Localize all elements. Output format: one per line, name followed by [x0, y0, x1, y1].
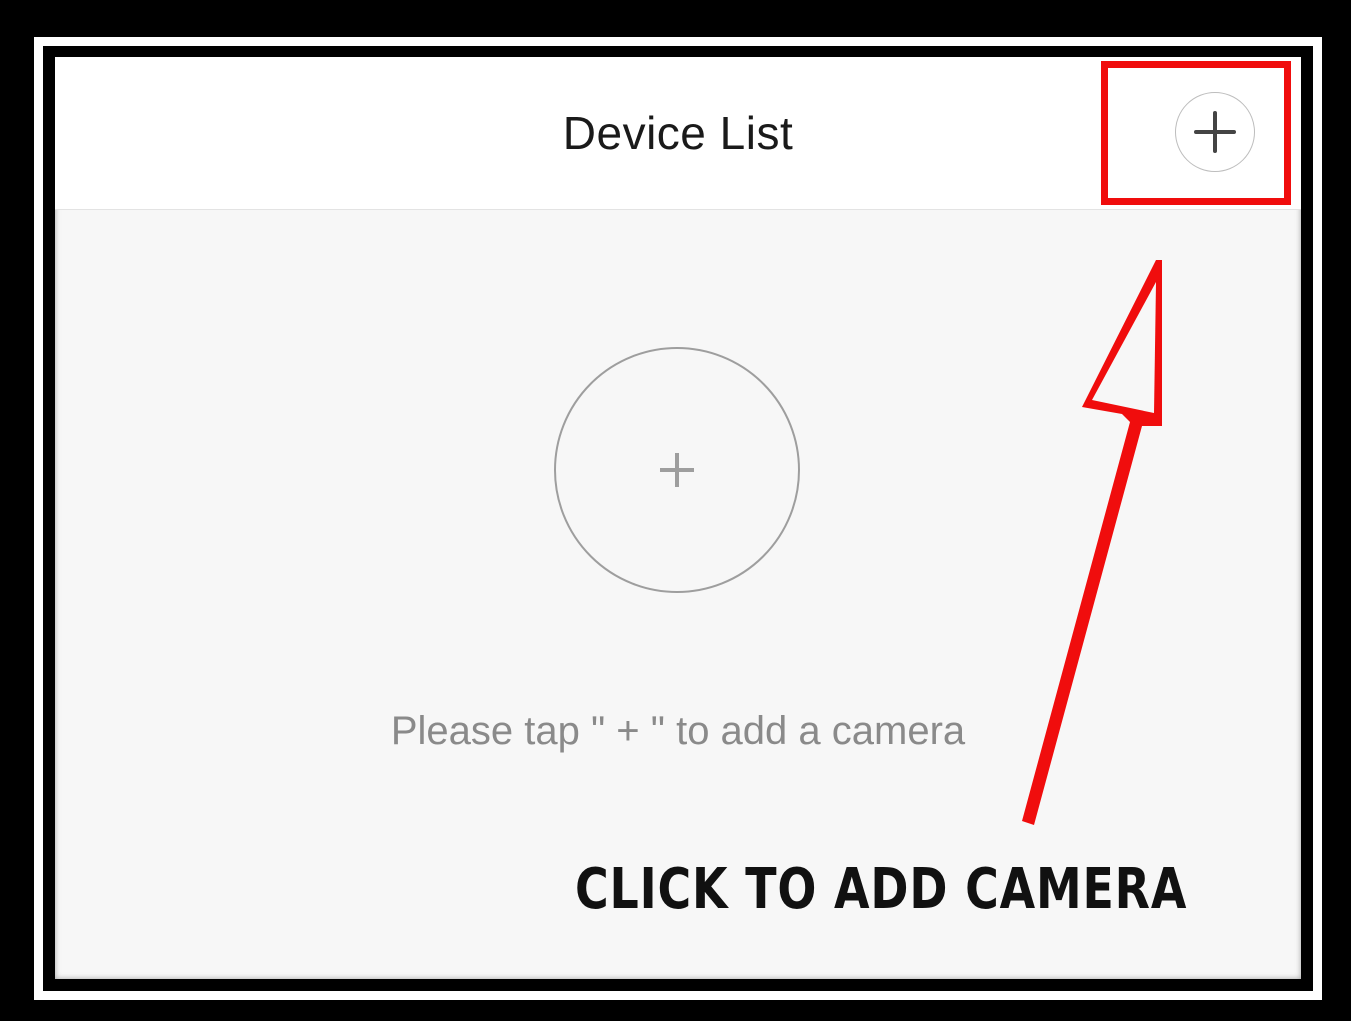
- app-screen: Device List Please tap " + " to add a ca…: [55, 57, 1301, 979]
- add-device-button[interactable]: [1175, 92, 1255, 172]
- annotation-label: CLICK TO ADD CAMERA: [575, 857, 1188, 922]
- empty-state-hint: Please tap " + " to add a camera: [390, 709, 966, 753]
- plus-icon: [660, 453, 694, 487]
- plus-icon: [1194, 111, 1236, 153]
- page-title: Device List: [562, 107, 794, 159]
- header-bar: Device List: [55, 57, 1301, 210]
- empty-add-camera-button[interactable]: [554, 347, 800, 593]
